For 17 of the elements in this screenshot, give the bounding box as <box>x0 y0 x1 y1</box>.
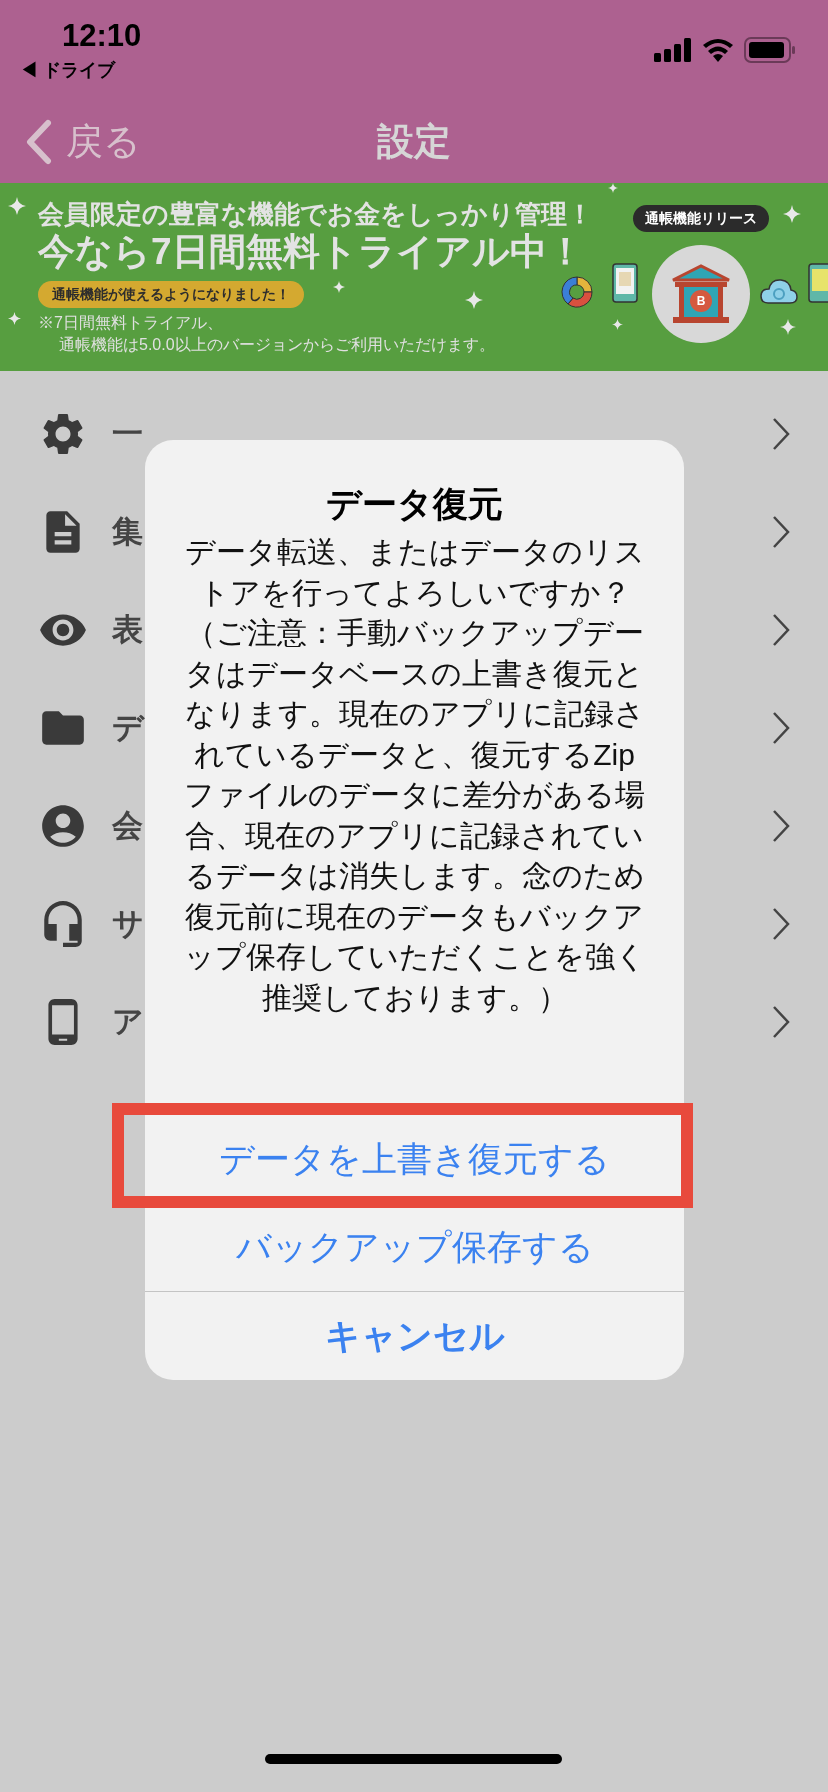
screen-title: 設定 <box>377 119 451 164</box>
banner-pill: 通帳機能が使えるようになりました！ <box>38 281 304 308</box>
dialog-message: データ転送、またはデータのリストアを行ってよろしいですか？（ご注意：手動バックアップデータはデータベースの上書き復元となります。現在のアプリに記録されているデータと、復元するZipファイルのデータに差分がある場合、現在のアプリに記録されているデータは消失します。念のため復元前に現在のデータもバックアップ保存していただくことを強く推奨しております。） <box>183 534 646 1016</box>
settings-label: 表 <box>112 610 143 649</box>
release-badge: 通帳機能リリース <box>633 205 769 232</box>
banner-subheadline: 今なら7日間無料トライアル中！ <box>38 231 585 273</box>
dialog-title: データ復元 <box>326 483 503 525</box>
settings-label: 集 <box>112 512 143 551</box>
settings-label: サ <box>112 904 144 943</box>
settings-label: 一 <box>112 414 143 453</box>
settings-label: ア <box>112 1002 144 1041</box>
settings-label: デ <box>112 708 144 747</box>
banner-note: ※7日間無料トライアル、 <box>38 313 223 333</box>
banner-note: 通帳機能は5.0.0以上のバージョンからご利用いただけます。 <box>58 335 495 355</box>
banner-headline: 会員限定の豊富な機能でお金をしっかり管理！ <box>38 198 593 231</box>
status-time: 12:10 <box>62 17 142 55</box>
settings-label: 会 <box>112 806 143 845</box>
